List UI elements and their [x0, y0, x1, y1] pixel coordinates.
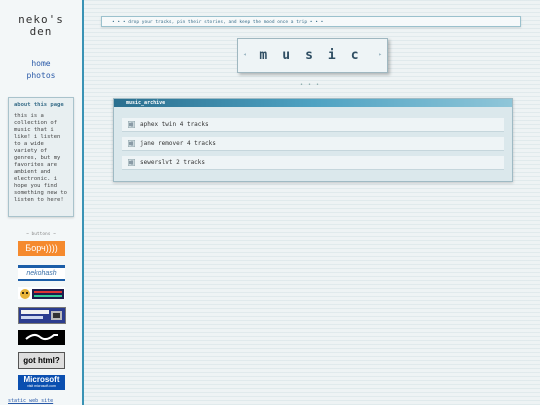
music-file-icon	[128, 159, 135, 166]
computer-badge-icon	[19, 308, 65, 323]
nav-photos-link[interactable]: photos	[0, 71, 82, 80]
music-file-icon	[128, 140, 135, 147]
badge-got-html[interactable]: got html?	[18, 352, 65, 369]
badge-cartoon[interactable]	[18, 287, 65, 299]
cartoon-badge-icon	[20, 289, 64, 299]
track-row-label: jane remover 4 tracks	[140, 140, 216, 147]
decorative-dots: • • •	[300, 82, 321, 88]
track-row-jane-remover[interactable]: jane remover 4 tracks	[122, 137, 504, 151]
sidebar: neko's den home photos about this page t…	[0, 0, 84, 405]
microsoft-badge-title: Microsoft	[23, 375, 60, 384]
badge-nekohash[interactable]: nekohash	[18, 265, 65, 281]
badge-computer[interactable]	[18, 307, 66, 324]
site-title-line2: den	[29, 25, 53, 38]
badges-label: ~ buttons ~	[26, 232, 56, 237]
site-title: neko's den	[0, 14, 82, 38]
badge-static-web[interactable]: static web site	[8, 398, 72, 405]
logo-right-arrow-icon: ▸	[378, 51, 382, 58]
about-text: this is a collection of music that i lik…	[14, 113, 67, 203]
track-row-sewerslvt[interactable]: sewerslvt 2 tracks	[122, 156, 504, 170]
track-row-label: sewerslvt 2 tracks	[140, 159, 206, 166]
wave-badge-icon	[25, 333, 58, 341]
microsoft-badge-sub: visit microsoft.com	[27, 384, 56, 388]
badge-microsoft[interactable]: Microsoft visit microsoft.com	[18, 375, 65, 390]
music-file-icon	[128, 121, 135, 128]
about-title: about this page	[14, 102, 64, 108]
music-archive-panel: music_archive aphex twin 4 tracks jane r…	[113, 98, 513, 182]
about-box: about this page this is a collection of …	[8, 97, 74, 217]
archive-header-label: music_archive	[126, 100, 166, 106]
badge-borch[interactable]: Борч))))	[18, 241, 65, 256]
track-row-aphex-twin[interactable]: aphex twin 4 tracks	[122, 118, 504, 132]
announcement-bar: • • • drop your tracks, pin their storie…	[101, 16, 521, 27]
track-row-label: aphex twin 4 tracks	[140, 121, 209, 128]
archive-header: music_archive	[114, 99, 512, 107]
music-logo: ◂ music ▸	[237, 38, 388, 73]
nav-home-link[interactable]: home	[0, 59, 82, 68]
logo-text: music	[259, 48, 374, 63]
badge-wave[interactable]	[18, 330, 65, 345]
